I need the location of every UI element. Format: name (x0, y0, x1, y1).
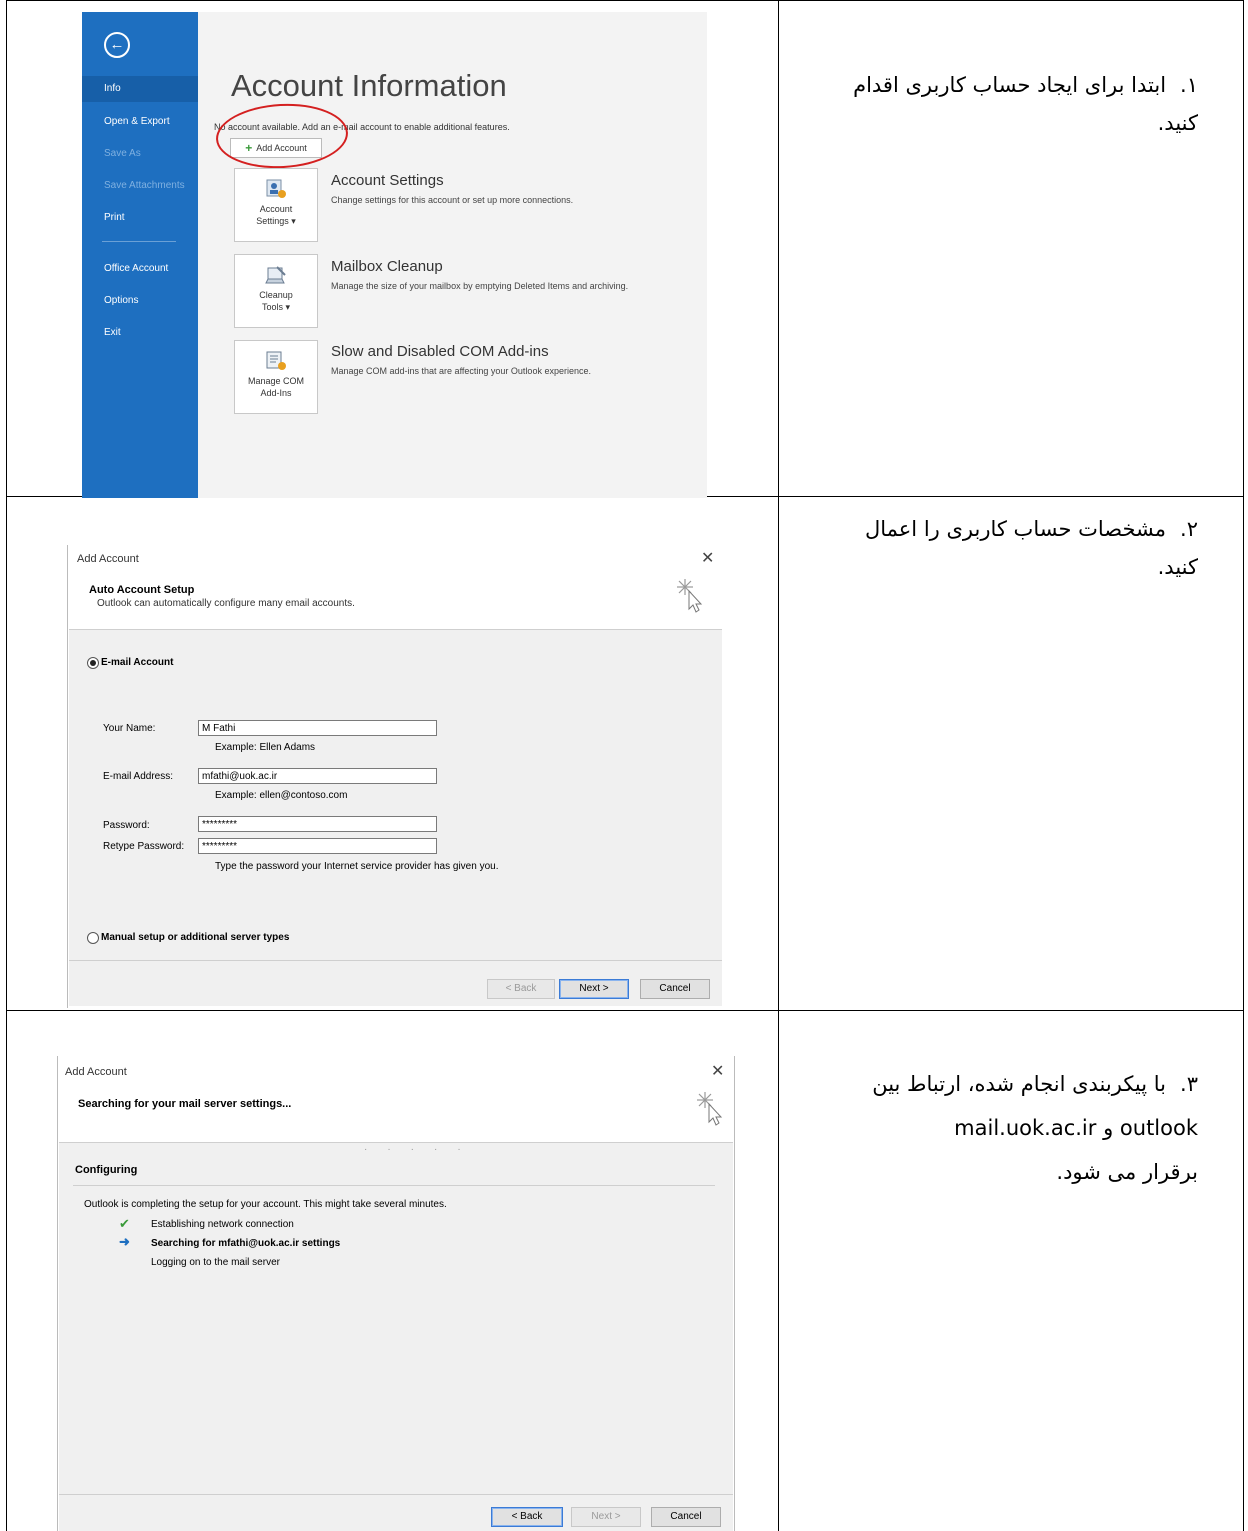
backstage-main: Account Information No account available… (198, 12, 707, 498)
footer-divider (69, 960, 722, 961)
step-1-text: ۱. ابتدا برای ایجاد حساب کاربری اقدام کنی… (798, 66, 1198, 142)
sidebar-item-save-as[interactable]: Save As (104, 148, 141, 159)
cleanup-tools-button[interactable]: Cleanup Tools ▾ (234, 254, 318, 328)
com-addins-title: Slow and Disabled COM Add-ins (331, 343, 549, 360)
next-button[interactable]: Next > (559, 979, 629, 999)
table-border-right (1243, 0, 1244, 1531)
email-address-input[interactable]: mfathi@uok.ac.ir (198, 768, 437, 784)
step-2-text: ۲. مشخصات حساب کاربری را اعمال کنید. (798, 510, 1198, 586)
step-1-number: ۱. (1180, 73, 1198, 97)
close-icon[interactable]: ✕ (701, 548, 714, 568)
sidebar-separator (102, 241, 176, 242)
account-settings-button[interactable]: Account Settings ▾ (234, 168, 318, 242)
sidebar-item-options[interactable]: Options (104, 295, 138, 306)
account-settings-description: Change settings for this account or set … (331, 195, 574, 205)
sidebar-item-exit[interactable]: Exit (104, 327, 121, 338)
configuring-title: Configuring (75, 1164, 138, 1176)
highlight-circle (214, 100, 350, 172)
add-account-dialog-searching: Add Account ✕ Searching for your mail se… (57, 1056, 735, 1531)
sidebar-item-print[interactable]: Print (104, 212, 125, 223)
mailbox-cleanup-description: Manage the size of your mailbox by empty… (331, 281, 629, 291)
dialog-left-border (57, 1056, 58, 1531)
cancel-button[interactable]: Cancel (651, 1507, 721, 1527)
backstage-sidebar: ← Info Open & Export Save As Save Attach… (82, 12, 198, 498)
step-2-line-2: کنید. (1157, 555, 1198, 579)
retype-password-input[interactable]: ********* (198, 838, 437, 854)
password-hint-text: Type the password your Internet service … (215, 861, 499, 872)
step-3-line-3: برقرار می شود. (1056, 1160, 1198, 1184)
status-searching: Searching for mfathi@uok.ac.ir settings (151, 1238, 341, 1249)
com-addins-description: Manage COM add-ins that are affecting yo… (331, 366, 591, 376)
manual-setup-label: Manual setup or additional server types (101, 932, 290, 943)
searching-heading: Searching for your mail server settings.… (78, 1098, 292, 1110)
sidebar-item-info[interactable]: Info (104, 83, 121, 94)
com-addins-icon (266, 351, 286, 370)
password-input[interactable]: ********* (198, 816, 437, 832)
close-icon[interactable]: ✕ (711, 1061, 724, 1081)
manage-com-tile-label-2: Add-Ins (260, 388, 292, 398)
sidebar-item-open-export[interactable]: Open & Export (104, 116, 170, 127)
dialog-body: E-mail Account Your Name: M Fathi Exampl… (69, 629, 722, 1006)
account-settings-tile-label-2: Settings ▾ (256, 216, 296, 226)
manual-setup-radio[interactable] (87, 932, 99, 944)
name-example-text: Example: Ellen Adams (215, 742, 316, 753)
step-2-number: ۲. (1180, 517, 1198, 541)
configuring-divider (73, 1185, 715, 1186)
auto-account-setup-subheading: Outlook can automatically configure many… (97, 598, 355, 609)
step-1-line-2: کنید. (1157, 111, 1198, 135)
progress-dots-icon: ····· (364, 1144, 481, 1155)
step-3-line-1: با پیکربندی انجام شده، ارتباط بین (872, 1072, 1167, 1096)
dialog-left-border (67, 545, 68, 1008)
page-title: Account Information (231, 68, 507, 103)
step-3-line-2: outlook و mail.uok.ac.ir (954, 1116, 1198, 1140)
cursor-sparkle-icon (677, 579, 703, 613)
cursor-sparkle-icon (697, 1092, 723, 1126)
back-button[interactable]: < Back (487, 979, 555, 999)
mailbox-cleanup-title: Mailbox Cleanup (331, 258, 443, 275)
email-account-radio[interactable] (87, 657, 99, 669)
add-account-dialog-setup: Add Account ✕ Auto Account Setup Outlook… (67, 545, 724, 1008)
back-arrow-icon[interactable]: ← (104, 32, 130, 58)
your-name-label: Your Name: (103, 723, 156, 734)
manage-com-tile-label-1: Manage COM (247, 376, 305, 386)
cleanup-tools-tile-label-2: Tools ▾ (261, 302, 291, 312)
next-button[interactable]: Next > (571, 1507, 641, 1527)
footer-divider (59, 1494, 733, 1495)
sidebar-active-highlight (82, 76, 198, 102)
step-2-line-1: مشخصات حساب کاربری را اعمال (864, 517, 1167, 541)
arrow-right-icon: ➜ (119, 1234, 130, 1249)
retype-password-label: Retype Password: (103, 841, 185, 852)
your-name-input[interactable]: M Fathi (198, 720, 437, 736)
outlook-backstage-screenshot: ← Info Open & Export Save As Save Attach… (82, 12, 707, 498)
auto-account-setup-heading: Auto Account Setup (89, 584, 195, 596)
step-3-text: ۳. با پیکربندی انجام شده، ارتباط بین outl… (778, 1062, 1198, 1194)
step-1-line-1: ابتدا برای ایجاد حساب کاربری اقدام (853, 73, 1167, 97)
back-button[interactable]: < Back (491, 1507, 563, 1527)
dialog-right-border (734, 1056, 735, 1531)
configuring-message: Outlook is completing the setup for your… (84, 1199, 447, 1210)
email-example-text: Example: ellen@contoso.com (215, 790, 348, 801)
step-3-number: ۳. (1180, 1072, 1198, 1096)
status-establishing: Establishing network connection (151, 1219, 294, 1230)
email-address-label: E-mail Address: (103, 771, 174, 782)
table-border-left (6, 0, 7, 1531)
sidebar-item-office-account[interactable]: Office Account (104, 263, 168, 274)
checkmark-icon: ✔ (119, 1216, 130, 1231)
account-settings-tile-label-1: Account (259, 204, 293, 214)
account-settings-title: Account Settings (331, 172, 444, 189)
dialog-title: Add Account (65, 1066, 127, 1078)
sidebar-item-save-attachments[interactable]: Save Attachments (104, 180, 185, 191)
dialog-title: Add Account (77, 553, 139, 565)
manage-com-addins-button[interactable]: Manage COM Add-Ins (234, 340, 318, 414)
table-row-divider-2 (6, 1010, 1244, 1011)
table-column-divider (778, 0, 779, 1531)
cleanup-tools-icon (265, 266, 286, 284)
email-account-label: E-mail Account (101, 657, 174, 668)
status-logging-on: Logging on to the mail server (151, 1257, 280, 1268)
cleanup-tools-tile-label-1: Cleanup (259, 290, 293, 300)
cancel-button[interactable]: Cancel (640, 979, 710, 999)
password-label: Password: (103, 820, 150, 831)
account-settings-icon (266, 179, 286, 198)
table-border-top (6, 0, 1244, 1)
